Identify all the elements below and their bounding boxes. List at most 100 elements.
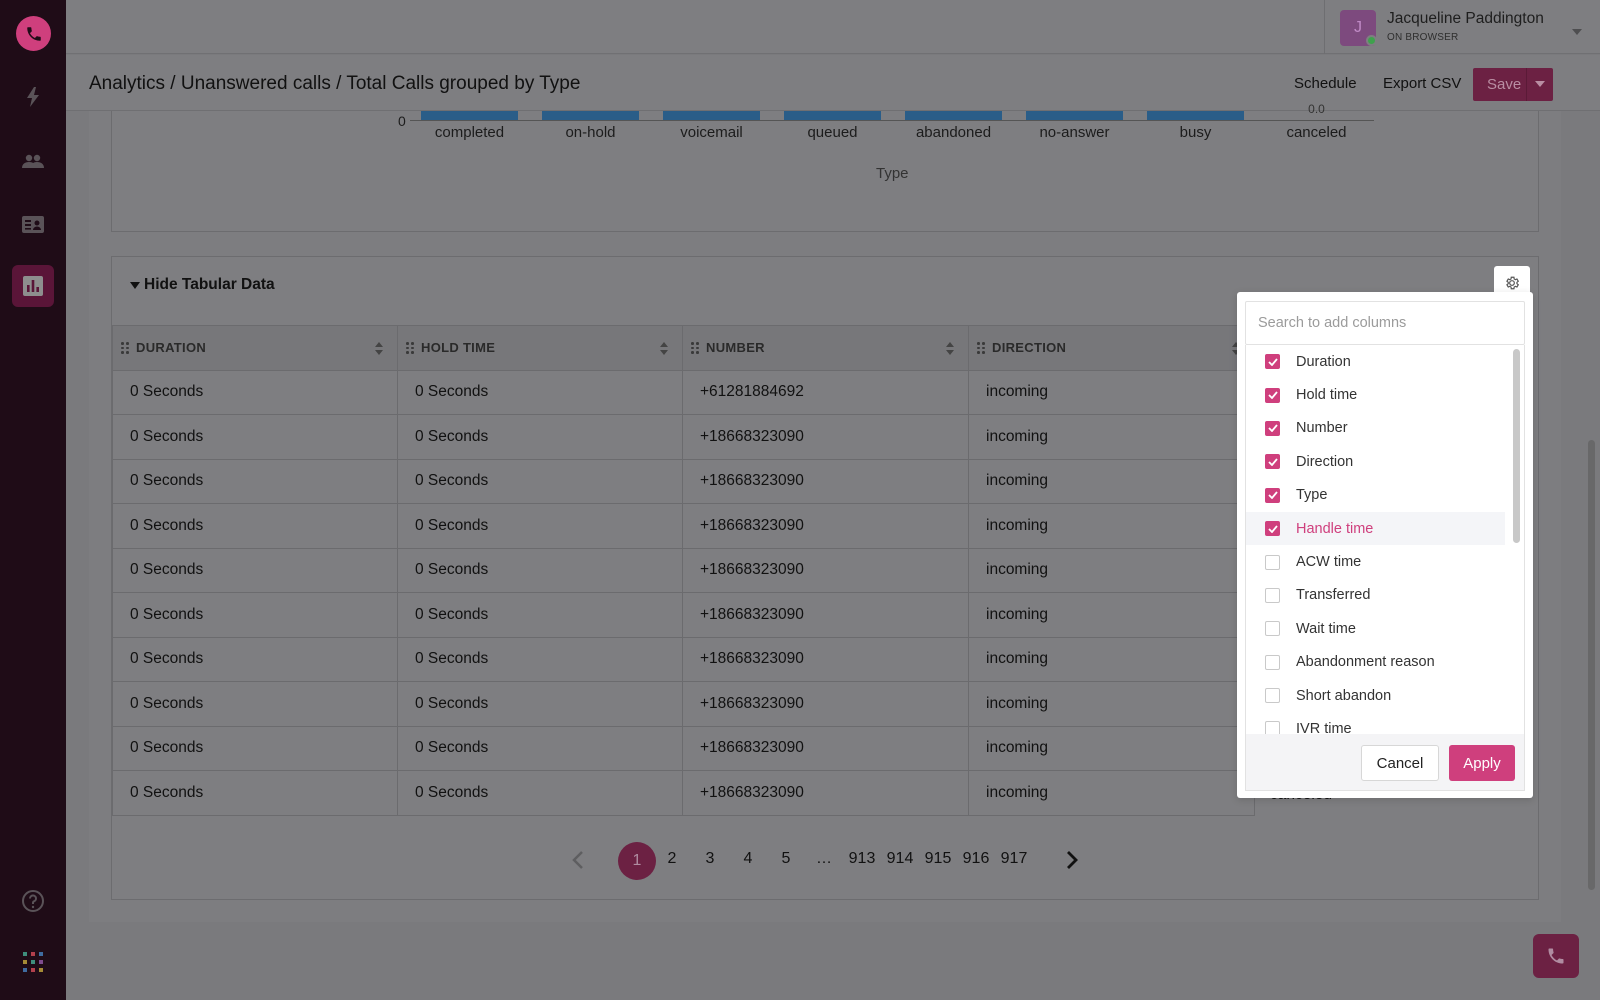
table-cell: +18668323090 [682,547,969,593]
phone-logo-icon[interactable] [16,16,51,51]
column-option[interactable]: ACW time [1246,545,1505,578]
page-button[interactable]: 916 [959,850,993,868]
cancel-button[interactable]: Cancel [1361,745,1439,781]
column-header[interactable]: HOLD TIME [397,325,683,371]
column-option-label: Direction [1296,453,1354,470]
checkbox-unchecked[interactable] [1265,688,1280,704]
table-cell: incoming [968,547,1255,593]
page-button[interactable]: 917 [997,850,1031,868]
page-button-active[interactable]: 1 [618,842,656,880]
prev-page-icon[interactable] [572,851,584,874]
save-button[interactable]: Save [1473,68,1553,101]
x-tick-label: voicemail [680,124,743,141]
page-scrollbar[interactable] [1588,440,1595,890]
apps-grid-icon[interactable] [12,941,54,983]
column-option-label: Abandonment reason [1296,654,1435,671]
table-row[interactable]: 0 Seconds 0 Seconds +18668323090 incoming [112,458,1255,504]
checkbox-unchecked[interactable] [1265,654,1280,670]
table-cell: incoming [968,592,1255,638]
lightning-icon[interactable] [12,76,54,118]
table-row[interactable]: 0 Seconds 0 Seconds +18668323090 incoming [112,636,1255,682]
column-option[interactable]: Wait time [1246,612,1505,645]
column-option[interactable]: Type [1246,479,1505,512]
column-option-label: Hold time [1296,387,1358,404]
column-option[interactable]: Duration [1246,345,1505,378]
column-option[interactable]: Direction [1246,445,1505,478]
page-button[interactable]: 913 [845,850,879,868]
checkbox-unchecked[interactable] [1265,587,1280,603]
column-option[interactable]: Number [1246,412,1505,445]
checkbox-checked[interactable] [1265,487,1280,503]
save-dropdown-caret-icon[interactable] [1535,81,1545,87]
column-list-scrollbar[interactable] [1513,349,1520,543]
checkbox-unchecked[interactable] [1265,621,1280,637]
column-option[interactable]: Abandonment reason [1246,646,1505,679]
checkbox-unchecked[interactable] [1265,721,1280,734]
column-header[interactable]: DURATION [112,325,398,371]
x-tick-label: on-hold [565,124,616,141]
checkbox-checked[interactable] [1265,387,1280,403]
table-row[interactable]: 0 Seconds 0 Seconds +18668323090 incoming [112,503,1255,549]
page-button[interactable]: 914 [883,850,917,868]
schedule-button[interactable]: Schedule [1294,75,1357,92]
checkbox-checked[interactable] [1265,521,1280,537]
page-button[interactable]: 3 [693,850,727,868]
column-search-field[interactable] [1245,301,1525,345]
column-search-input[interactable] [1246,302,1524,344]
table-row[interactable]: 0 Seconds 0 Seconds +18668323090 incoming [112,770,1255,816]
table-row[interactable]: 0 Seconds 0 Seconds +18668323090 incoming [112,681,1255,727]
column-option-label: Duration [1296,353,1351,370]
page-button[interactable]: 4 [731,850,765,868]
bar-busy [1147,111,1244,120]
column-header-label: DIRECTION [992,340,1067,356]
help-icon[interactable] [12,880,54,922]
table-cell: incoming [968,770,1255,816]
table-row[interactable]: 0 Seconds 0 Seconds +18668323090 incoming [112,414,1255,460]
column-option[interactable]: Handle time [1246,511,1505,546]
page-button[interactable]: 5 [769,850,803,868]
apply-button[interactable]: Apply [1449,745,1515,781]
sort-icon[interactable] [946,342,954,355]
next-page-icon[interactable] [1066,851,1078,874]
sort-icon[interactable] [375,342,383,355]
page-ellipsis: … [816,850,832,867]
table-row[interactable]: 0 Seconds 0 Seconds +61281884692 incoming [112,369,1255,415]
people-icon[interactable] [12,140,54,182]
column-option[interactable]: IVR time [1246,712,1505,734]
drag-handle-icon[interactable] [977,342,985,354]
table-cell: 0 Seconds [397,458,683,504]
save-separator [1526,68,1527,101]
checkbox-checked[interactable] [1265,420,1280,436]
column-header[interactable]: NUMBER [682,325,969,371]
checkbox-checked[interactable] [1265,354,1280,370]
table-cell: 0 Seconds [397,725,683,771]
hide-tabular-toggle[interactable]: Hide Tabular Data [130,276,275,294]
x-tick-label: queued [807,124,858,141]
checkbox-checked[interactable] [1265,454,1280,470]
user-status: ON BROWSER [1387,32,1459,43]
table-row[interactable]: 0 Seconds 0 Seconds +18668323090 incoming [112,725,1255,771]
id-card-icon[interactable] [12,203,54,245]
column-option[interactable]: Short abandon [1246,679,1505,712]
page-button[interactable]: 2 [655,850,689,868]
table-cell: 0 Seconds [112,636,398,682]
export-csv-button[interactable]: Export CSV [1383,75,1461,92]
column-option[interactable]: Hold time [1246,378,1505,411]
column-option-label: IVR time [1296,720,1352,734]
sort-icon[interactable] [660,342,668,355]
table-cell: 0 Seconds [397,547,683,593]
table-row[interactable]: 0 Seconds 0 Seconds +18668323090 incoming [112,592,1255,638]
column-option[interactable]: Transferred [1246,579,1505,612]
bar-completed [421,111,518,120]
checkbox-unchecked[interactable] [1265,554,1280,570]
drag-handle-icon[interactable] [691,342,699,354]
table-row[interactable]: 0 Seconds 0 Seconds +18668323090 incoming [112,547,1255,593]
dialer-button[interactable] [1533,934,1579,978]
page-button[interactable]: 915 [921,850,955,868]
bar-chart-icon[interactable] [12,265,54,307]
drag-handle-icon[interactable] [121,342,129,354]
drag-handle-icon[interactable] [406,342,414,354]
column-header[interactable]: DIRECTION [968,325,1255,371]
column-header-label: NUMBER [706,340,765,356]
chevron-down-icon[interactable] [1572,22,1582,40]
